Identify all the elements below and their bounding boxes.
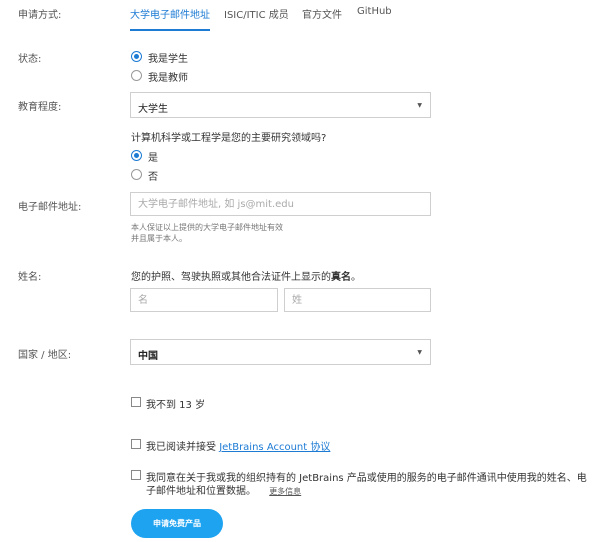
email-label: 电子邮件地址: [18,202,82,213]
country-select[interactable]: 中国 ▼ [130,339,431,365]
email-hint-line2: 并且属于本人。 [131,234,187,243]
name-instruction-prefix: 您的护照、驾驶执照或其他合法证件上显示的 [131,272,331,283]
email-hint-line1: 本人保证以上提供的大学电子邮件地址有效 [131,223,283,232]
education-selected-value: 大学生 [138,104,168,115]
status-label: 状态: [18,54,42,65]
tab-university-email[interactable]: 大学电子邮件地址 [130,6,210,31]
method-label: 申请方式: [18,10,62,21]
agree-label: 我已阅读并接受 JetBrains Account 协议 [146,438,330,453]
consent-label-line2-text: 子邮件地址和位置数据。 [146,486,256,497]
country-label: 国家 / 地区: [18,350,72,361]
apply-free-products-button[interactable]: 申请免费产品 [131,509,223,538]
status-teacher-label[interactable]: 我是教师 [148,69,188,84]
name-label: 姓名: [18,272,42,283]
education-label: 教育程度: [18,102,62,113]
consent-label-line2: 子邮件地址和位置数据。 更多信息 [146,482,301,497]
status-teacher-radio[interactable] [131,70,142,81]
name-instruction-suffix: 。 [351,272,361,283]
under13-label[interactable]: 我不到 13 岁 [146,396,205,411]
jetbrains-account-agreement-link[interactable]: JetBrains Account 协议 [219,442,330,453]
consent-checkbox[interactable] [131,470,141,480]
name-instruction-bold: 真名 [331,272,351,283]
chevron-down-icon: ▼ [417,349,422,356]
agree-label-prefix: 我已阅读并接受 [146,442,220,453]
status-student-label[interactable]: 我是学生 [148,50,188,65]
cs-no-label[interactable]: 否 [148,168,158,183]
education-select[interactable]: 大学生 ▼ [130,92,431,118]
cs-yes-radio[interactable] [131,150,142,161]
cs-no-radio[interactable] [131,169,142,180]
cs-yes-label[interactable]: 是 [148,149,158,164]
name-instruction: 您的护照、驾驶执照或其他合法证件上显示的真名。 [131,268,361,283]
tab-isic-itic[interactable]: ISIC/ITIC 成员 [224,6,289,29]
more-info-link[interactable]: 更多信息 [269,487,301,496]
under13-checkbox[interactable] [131,397,141,407]
cs-question-text: 计算机科学或工程学是您的主要研究领域吗? [131,133,327,144]
agree-checkbox[interactable] [131,439,141,449]
tab-github[interactable]: GitHub [357,6,392,25]
first-name-field[interactable] [130,288,278,312]
chevron-down-icon: ▼ [417,102,422,109]
last-name-field[interactable] [284,288,431,312]
tab-official-document[interactable]: 官方文件 [302,6,342,29]
status-student-radio[interactable] [131,51,142,62]
email-field[interactable] [130,192,431,216]
country-selected-value: 中国 [138,351,158,362]
